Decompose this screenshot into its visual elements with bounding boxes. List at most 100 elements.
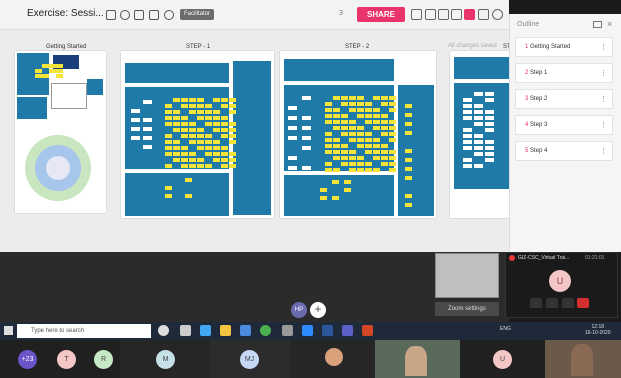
download-icon[interactable] — [411, 9, 422, 20]
sticky-note[interactable] — [325, 168, 332, 172]
sticky-note[interactable] — [56, 64, 63, 68]
sticky-note[interactable] — [185, 178, 192, 182]
sticky-note[interactable] — [185, 194, 192, 198]
sticky-note[interactable] — [189, 104, 196, 108]
sticky-note[interactable] — [213, 158, 220, 162]
sticky-note[interactable] — [357, 156, 364, 160]
sticky-note[interactable] — [197, 158, 204, 162]
card-note[interactable] — [463, 158, 472, 162]
participant-avatar[interactable]: MJ — [240, 350, 259, 369]
card-note[interactable] — [131, 127, 140, 131]
sticky-note[interactable] — [325, 150, 332, 154]
user-icon[interactable] — [149, 10, 159, 20]
microphone-icon[interactable] — [546, 298, 558, 308]
sticky-note[interactable] — [165, 164, 172, 168]
sticky-note[interactable] — [165, 140, 172, 144]
sticky-note[interactable] — [197, 164, 204, 168]
sticky-note[interactable] — [320, 188, 327, 192]
sticky-note[interactable] — [213, 110, 220, 114]
sticky-note[interactable] — [205, 104, 212, 108]
frame-icon[interactable] — [134, 10, 144, 20]
word-icon[interactable] — [322, 325, 333, 336]
sticky-note[interactable] — [221, 164, 228, 168]
sticky-note[interactable] — [349, 150, 356, 154]
participant-avatar[interactable]: R — [94, 350, 113, 369]
chat-icon[interactable] — [451, 9, 462, 20]
redo-icon[interactable] — [120, 10, 130, 20]
sticky-note[interactable] — [365, 162, 372, 166]
sticky-note[interactable] — [165, 152, 172, 156]
participant-avatar[interactable]: +23 — [18, 350, 37, 369]
card-note[interactable] — [463, 128, 472, 132]
card-note[interactable] — [463, 110, 472, 114]
timer-icon[interactable] — [164, 10, 174, 20]
sticky-note[interactable] — [205, 152, 212, 156]
card-note[interactable] — [485, 92, 494, 96]
sticky-note[interactable] — [189, 158, 196, 162]
card-note[interactable] — [474, 116, 483, 120]
sticky-note[interactable] — [181, 116, 188, 120]
sticky-note[interactable] — [181, 164, 188, 168]
sticky-note[interactable] — [389, 150, 396, 154]
sticky-note[interactable] — [229, 134, 236, 138]
sticky-note[interactable] — [381, 162, 388, 166]
sticky-note[interactable] — [341, 156, 348, 160]
card-note[interactable] — [463, 146, 472, 150]
minimap[interactable] — [435, 253, 499, 298]
facilitator-badge[interactable]: Facilitator — [180, 9, 215, 20]
sticky-note[interactable] — [221, 146, 228, 150]
chrome-icon[interactable] — [260, 325, 271, 336]
sticky-note[interactable] — [221, 158, 228, 162]
sticky-note[interactable] — [333, 126, 340, 130]
zoom-settings-button[interactable]: Zoom settings — [435, 302, 499, 316]
sticky-note[interactable] — [389, 168, 396, 172]
sticky-note[interactable] — [221, 122, 228, 126]
hang-up-icon[interactable] — [577, 298, 589, 308]
card-note[interactable] — [474, 140, 483, 144]
sticky-note[interactable] — [357, 138, 364, 142]
card-note[interactable] — [463, 134, 472, 138]
card-note[interactable] — [302, 146, 311, 150]
sticky-note[interactable] — [229, 158, 236, 162]
sticky-note[interactable] — [49, 69, 56, 73]
sticky-note[interactable] — [365, 108, 372, 112]
sticky-note[interactable] — [173, 146, 180, 150]
sticky-note[interactable] — [405, 194, 412, 198]
sticky-note[interactable] — [181, 122, 188, 126]
sticky-note[interactable] — [349, 162, 356, 166]
camera-icon[interactable] — [530, 298, 542, 308]
sticky-note[interactable] — [381, 114, 388, 118]
sticky-note[interactable] — [349, 96, 356, 100]
participant-avatar[interactable]: U — [493, 350, 512, 369]
card-note[interactable] — [143, 127, 152, 131]
card-note[interactable] — [485, 116, 494, 120]
teams-icon[interactable] — [342, 325, 353, 336]
sticky-note[interactable] — [221, 134, 228, 138]
sticky-note[interactable] — [325, 108, 332, 112]
card-note[interactable] — [288, 116, 297, 120]
card-note[interactable] — [463, 116, 472, 120]
card-note[interactable] — [474, 92, 483, 96]
outline-item-step-1[interactable]: 2 Step 1 ⋮ — [515, 63, 613, 83]
participant-avatar[interactable]: T — [57, 350, 76, 369]
sticky-note[interactable] — [229, 140, 236, 144]
sticky-note[interactable] — [173, 110, 180, 114]
sticky-note[interactable] — [229, 122, 236, 126]
sticky-note[interactable] — [405, 131, 412, 135]
sticky-note[interactable] — [373, 120, 380, 124]
sticky-note[interactable] — [173, 152, 180, 156]
sticky-note[interactable] — [229, 152, 236, 156]
sticky-note[interactable] — [357, 132, 364, 136]
more-icon[interactable]: ⋮ — [600, 43, 607, 51]
more-icon[interactable]: ⋮ — [600, 147, 607, 155]
sticky-note[interactable] — [189, 140, 196, 144]
sticky-note[interactable] — [165, 194, 172, 198]
sticky-note[interactable] — [389, 102, 396, 106]
sticky-note[interactable] — [381, 120, 388, 124]
sticky-note[interactable] — [365, 144, 372, 148]
sticky-note[interactable] — [333, 138, 340, 142]
more-icon[interactable]: ⋮ — [600, 121, 607, 129]
sticky-note[interactable] — [405, 104, 412, 108]
sticky-note[interactable] — [357, 162, 364, 166]
card-note[interactable] — [485, 158, 494, 162]
